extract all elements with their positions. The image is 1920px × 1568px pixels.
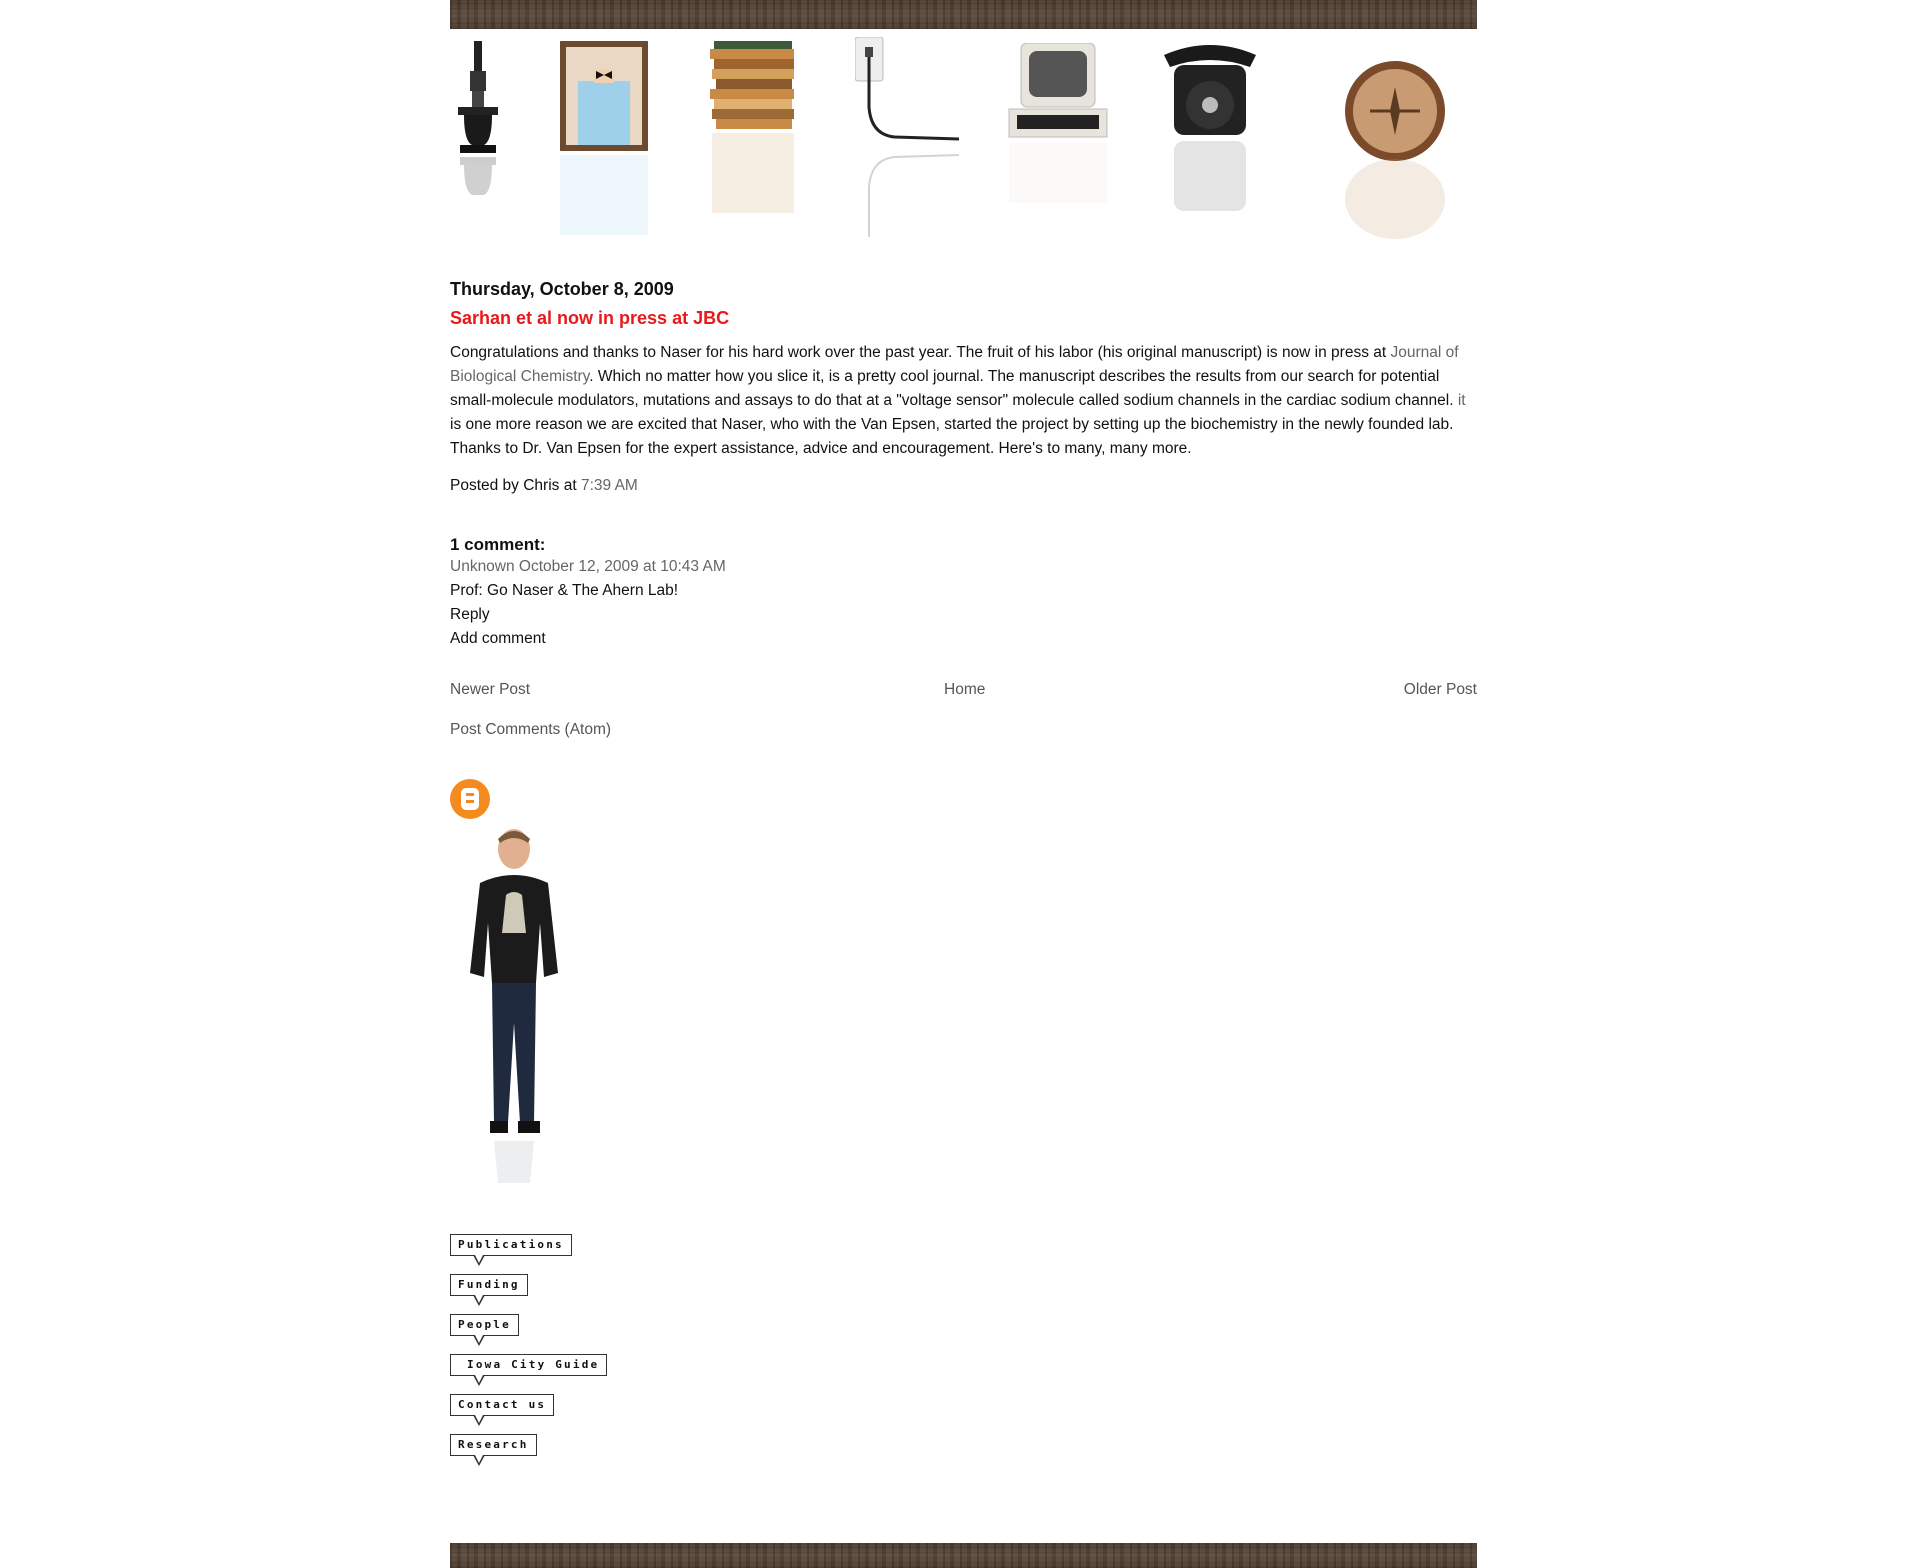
post-date: Thursday, October 8, 2009 — [450, 279, 674, 299]
blog-post: Thursday, October 8, 2009 Sarhan et al n… — [450, 249, 1477, 739]
post-body: Congratulations and thanks to Naser for … — [450, 341, 1477, 461]
post-time-link[interactable]: 7:39 AM — [581, 477, 638, 494]
rotary-phone-icon — [1164, 45, 1256, 211]
post-title[interactable]: Sarhan et al now in press at JBC — [450, 308, 1477, 329]
header-banner — [450, 29, 1477, 249]
menu-research[interactable]: Research — [450, 1434, 537, 1466]
post-body-part3: is one more reason we are excited that N… — [450, 416, 1454, 457]
power-cord-icon — [855, 37, 960, 237]
menu-people[interactable]: People — [450, 1314, 519, 1346]
menu-iowa-city-guide[interactable]: Iowa City Guide — [450, 1354, 608, 1386]
menu-funding[interactable]: Funding — [450, 1274, 528, 1306]
framed-portrait-icon — [560, 41, 648, 235]
bottom-wood-bar — [450, 1543, 1477, 1568]
menu-contact-us[interactable]: Contact us — [450, 1394, 555, 1426]
post-body-part2: . Which no matter how you slice it, is a… — [450, 368, 1458, 409]
post-body-part1: Congratulations and thanks to Naser for … — [450, 344, 1391, 361]
book-stack-icon — [710, 41, 794, 213]
page-wrapper: Thursday, October 8, 2009 Sarhan et al n… — [450, 0, 1477, 1474]
comments-heading: 1 comment: — [450, 535, 546, 554]
comment-text: Prof: Go Naser & The Ahern Lab! — [450, 582, 679, 599]
microscope-icon — [458, 41, 498, 195]
compass-icon — [1345, 61, 1445, 239]
post-navigation: Newer Post Home Older Post — [450, 681, 1477, 705]
nav-menu: Publications Funding People Iowa City Gu… — [450, 1234, 1477, 1474]
blogger-icon[interactable] — [450, 779, 490, 819]
post-byline: Posted by Chris at 7:39 AM — [450, 477, 1477, 495]
byline-prefix: Posted by Chris at — [450, 477, 581, 494]
reply-link[interactable]: Reply — [450, 603, 1477, 627]
it-link[interactable]: it — [1458, 392, 1466, 409]
vintage-computer-icon — [1008, 43, 1108, 203]
home-link[interactable]: Home — [944, 681, 985, 699]
menu-publications[interactable]: Publications — [450, 1234, 572, 1266]
comment-meta[interactable]: Unknown October 12, 2009 at 10:43 AM — [450, 555, 1477, 579]
newer-post-link[interactable]: Newer Post — [450, 681, 530, 699]
post-comments-atom-link[interactable]: Post Comments (Atom) — [450, 721, 1477, 739]
older-post-link[interactable]: Older Post — [1404, 681, 1477, 699]
top-wood-bar — [450, 0, 1477, 29]
profile-person-image — [470, 829, 558, 1183]
add-comment-link[interactable]: Add comment — [450, 627, 1477, 651]
